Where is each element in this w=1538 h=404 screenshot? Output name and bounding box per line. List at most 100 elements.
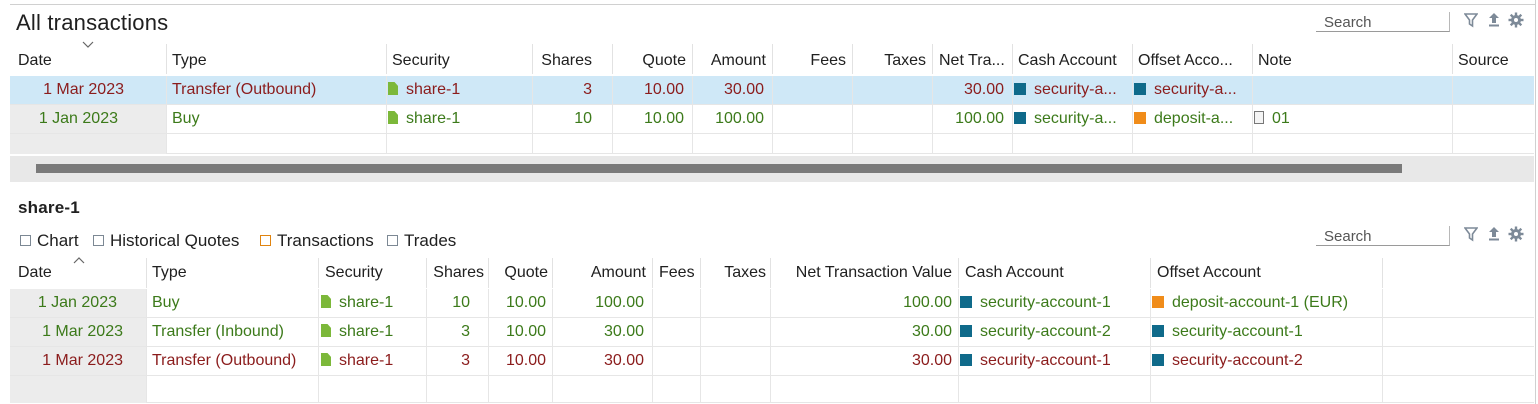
cell-quote: 10.00 bbox=[505, 352, 546, 369]
cell-security: share-1 bbox=[388, 105, 530, 133]
export-icon[interactable] bbox=[1486, 226, 1502, 244]
cell-quote: 10.00 bbox=[643, 81, 684, 98]
table-row[interactable]: 1 Mar 2023 Transfer (Inbound) share-1 3 … bbox=[10, 318, 1534, 347]
col-net-transaction-value[interactable]: Net Transaction Value bbox=[774, 259, 952, 287]
cell-type: Buy bbox=[172, 110, 200, 127]
security-icon bbox=[321, 353, 331, 366]
col-date[interactable]: Date bbox=[18, 47, 164, 75]
grid-line bbox=[488, 289, 489, 403]
cell-date: 1 Mar 2023 bbox=[10, 347, 146, 375]
col-offset-account[interactable]: Offset Acco... bbox=[1138, 47, 1250, 75]
header-divider bbox=[770, 258, 771, 288]
cell-offset-account: deposit-account-1 (EUR) bbox=[1152, 289, 1382, 317]
col-security[interactable]: Security bbox=[392, 47, 532, 75]
account-icon bbox=[1134, 83, 1146, 95]
cell-shares: 3 bbox=[461, 323, 470, 340]
cell-type: Transfer (Outbound) bbox=[172, 81, 317, 98]
grid-line bbox=[166, 76, 167, 154]
header-divider bbox=[552, 258, 553, 288]
header-divider bbox=[1452, 44, 1453, 74]
header-divider bbox=[1132, 44, 1133, 74]
cell-date: 1 Mar 2023 bbox=[10, 76, 166, 104]
col-note[interactable]: Note bbox=[1258, 47, 1448, 75]
table-row[interactable]: 1 Jan 2023 Buy share-1 10 10.00 100.00 1… bbox=[10, 289, 1534, 318]
cell-offset-account-label: deposit-a... bbox=[1154, 110, 1234, 127]
table-row[interactable]: 1 Mar 2023 Transfer (Outbound) share-1 3… bbox=[10, 347, 1534, 376]
tab-trades[interactable]: Trades bbox=[387, 231, 456, 251]
cell-amount: 100.00 bbox=[595, 294, 644, 311]
col-taxes[interactable]: Taxes bbox=[854, 47, 926, 75]
export-icon[interactable] bbox=[1486, 12, 1502, 30]
col-amount[interactable]: Amount bbox=[692, 47, 766, 75]
header-divider bbox=[772, 44, 773, 74]
account-icon bbox=[1152, 325, 1164, 337]
col-type[interactable]: Type bbox=[152, 259, 316, 287]
col-offset-account[interactable]: Offset Account bbox=[1157, 259, 1377, 287]
col-source[interactable]: Source bbox=[1458, 47, 1534, 75]
cell-offset-account: security-account-2 bbox=[1152, 347, 1382, 375]
transactions-tab-icon bbox=[260, 235, 271, 246]
grid-line bbox=[1150, 289, 1151, 403]
cell-date: 1 Jan 2023 bbox=[10, 105, 166, 133]
grid-line bbox=[1132, 76, 1133, 154]
search-input-top[interactable]: Search bbox=[1316, 12, 1450, 32]
search-input-bottom[interactable]: Search bbox=[1316, 226, 1450, 246]
header-divider bbox=[1382, 258, 1383, 288]
cell-shares: 10 bbox=[452, 294, 470, 311]
tab-transactions-label: Transactions bbox=[277, 231, 374, 250]
col-security[interactable]: Security bbox=[325, 259, 425, 287]
account-icon bbox=[1014, 112, 1026, 124]
grid-line bbox=[146, 289, 147, 403]
top-border bbox=[10, 4, 1536, 5]
tab-transactions[interactable]: Transactions bbox=[260, 231, 374, 251]
cell-cash-account: security-account-1 bbox=[960, 289, 1148, 317]
col-taxes[interactable]: Taxes bbox=[704, 259, 766, 287]
grid-line bbox=[652, 289, 653, 403]
filter-icon[interactable] bbox=[1463, 226, 1479, 244]
cell-offset-account-label: security-account-1 bbox=[1172, 323, 1303, 340]
filter-icon[interactable] bbox=[1463, 12, 1479, 30]
cell-amount: 100.00 bbox=[715, 110, 764, 127]
col-type[interactable]: Type bbox=[172, 47, 382, 75]
cell-net: 30.00 bbox=[911, 323, 952, 340]
col-cash-account[interactable]: Cash Account bbox=[1018, 47, 1130, 75]
col-shares[interactable]: Shares bbox=[428, 259, 484, 287]
grid-line bbox=[426, 289, 427, 403]
col-net-transaction[interactable]: Net Tra... bbox=[939, 47, 1011, 75]
col-amount[interactable]: Amount bbox=[556, 259, 646, 287]
col-cash-account[interactable]: Cash Account bbox=[965, 259, 1145, 287]
cell-quote: 10.00 bbox=[505, 323, 546, 340]
cell-quote: 10.00 bbox=[505, 294, 546, 311]
security-icon bbox=[388, 111, 398, 124]
scrollbar-thumb[interactable] bbox=[36, 164, 1402, 173]
grid-line bbox=[1252, 76, 1253, 154]
chart-tab-icon bbox=[20, 235, 31, 246]
col-fees[interactable]: Fees bbox=[774, 47, 846, 75]
header-divider bbox=[1252, 44, 1253, 74]
tab-chart[interactable]: Chart bbox=[20, 231, 79, 251]
cell-date: 1 Mar 2023 bbox=[10, 318, 146, 346]
settings-icon[interactable] bbox=[1508, 226, 1524, 244]
tab-historical-quotes[interactable]: Historical Quotes bbox=[93, 231, 239, 251]
pane-title-security: share-1 bbox=[18, 198, 80, 217]
cell-offset-account: security-account-1 bbox=[1152, 318, 1382, 346]
grid-line bbox=[318, 289, 319, 403]
cell-security: share-1 bbox=[321, 318, 425, 346]
historical-quotes-tab-icon bbox=[93, 235, 104, 246]
col-shares[interactable]: Shares bbox=[534, 47, 592, 75]
grid-line bbox=[772, 76, 773, 154]
cell-type: Transfer (Inbound) bbox=[152, 323, 284, 340]
right-border bbox=[1535, 0, 1536, 404]
col-date[interactable]: Date bbox=[18, 259, 144, 287]
header-divider bbox=[488, 258, 489, 288]
tab-trades-label: Trades bbox=[404, 231, 457, 250]
cell-date: 1 Jan 2023 bbox=[10, 289, 146, 317]
grid-line bbox=[532, 76, 533, 154]
col-quote[interactable]: Quote bbox=[490, 259, 548, 287]
settings-icon[interactable] bbox=[1508, 12, 1524, 30]
cell-cash-account-label: security-account-1 bbox=[980, 294, 1111, 311]
col-fees[interactable]: Fees bbox=[659, 259, 699, 287]
col-quote[interactable]: Quote bbox=[612, 47, 686, 75]
cell-security: share-1 bbox=[388, 76, 530, 104]
deposit-account-icon bbox=[1134, 112, 1146, 124]
